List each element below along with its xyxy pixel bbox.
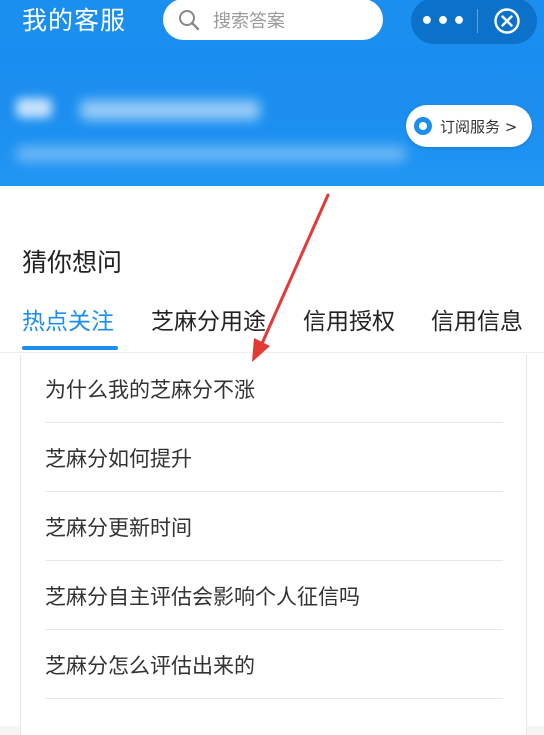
search-placeholder: 搜索答案 <box>213 10 285 32</box>
active-tab-indicator <box>22 346 118 350</box>
tab-score-usage[interactable]: 芝麻分用途 <box>151 305 266 339</box>
section-title: 猜你想问 <box>22 248 123 277</box>
tab-hot-topics[interactable]: 热点关注 <box>22 305 114 339</box>
blurred-user-info <box>16 146 406 162</box>
blurred-user-name <box>80 100 260 120</box>
close-button[interactable] <box>478 7 536 35</box>
question-item[interactable]: 芝麻分怎么评估出来的 <box>45 631 503 699</box>
subscribe-icon <box>414 117 432 135</box>
question-item[interactable]: 为什么我的芝麻分不涨 <box>45 355 503 423</box>
tab-divider <box>0 352 544 353</box>
subscribe-label: 订阅服务 > <box>440 117 518 136</box>
question-text: 为什么我的芝麻分不涨 <box>45 377 255 402</box>
question-item[interactable]: 芝麻分如何提升 <box>45 424 503 492</box>
search-input[interactable]: 搜索答案 <box>163 0 383 40</box>
question-item[interactable]: 芝麻分更新时间 <box>45 493 503 561</box>
subscribe-service-button[interactable]: 订阅服务 > <box>406 105 532 147</box>
question-text: 芝麻分如何提升 <box>45 446 192 471</box>
search-icon <box>179 10 200 31</box>
question-item[interactable]: 芝麻分自主评估会影响个人征信吗 <box>45 562 503 630</box>
blurred-user-avatar <box>16 98 52 118</box>
page-title: 我的客服 <box>22 6 127 35</box>
tab-credit-info[interactable]: 信用信息 <box>431 305 523 339</box>
question-text: 芝麻分怎么评估出来的 <box>45 653 255 678</box>
question-text: 芝麻分更新时间 <box>45 515 192 540</box>
question-list: 为什么我的芝麻分不涨 芝麻分如何提升 芝麻分更新时间 芝麻分自主评估会影响个人征… <box>20 355 527 735</box>
mini-program-capsule: ••• <box>411 0 537 44</box>
tab-credit-authorization[interactable]: 信用授权 <box>303 305 395 339</box>
close-circle-icon <box>494 8 520 34</box>
question-text: 芝麻分自主评估会影响个人征信吗 <box>45 584 360 609</box>
more-dots-icon[interactable]: ••• <box>411 9 477 34</box>
